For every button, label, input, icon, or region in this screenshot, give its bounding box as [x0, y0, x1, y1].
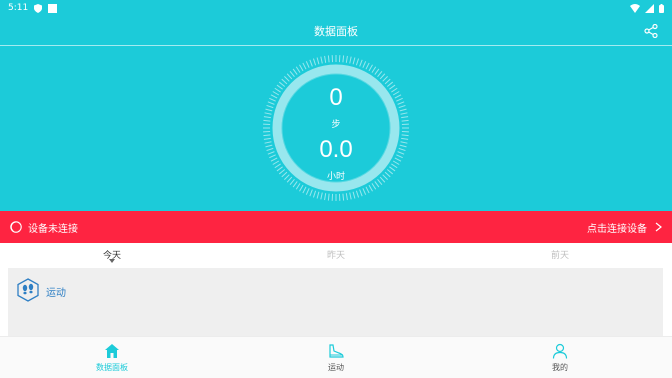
tab-yesterday-label: 昨天 — [326, 251, 345, 261]
wifi-icon — [630, 3, 640, 13]
dial-tick — [359, 189, 363, 197]
tab-day-before-yesterday[interactable]: 前天 — [448, 243, 672, 265]
dial-tick — [391, 163, 398, 169]
dial-tick — [368, 184, 373, 192]
dial-tick — [362, 188, 367, 195]
dial-tick — [305, 61, 310, 68]
dial-tick — [309, 59, 313, 67]
dial-tick — [316, 57, 320, 65]
dial-tick — [286, 73, 293, 80]
dial-tick — [324, 55, 327, 63]
dial-tick — [359, 59, 363, 67]
shield-icon — [34, 3, 43, 13]
bottom-nav: 数据面板 运动 我的 — [0, 336, 672, 378]
steps-value: 0 — [329, 84, 343, 111]
activity-dial: 0 步 0.0 小时 — [262, 54, 410, 202]
shoe-icon — [329, 344, 344, 358]
caret-down-icon — [109, 259, 115, 263]
dial-tick — [305, 188, 310, 195]
title-bar: 数据面板 — [0, 16, 672, 46]
device-connection-bar[interactable]: 设备未连接 点击连接设备 — [0, 211, 672, 243]
dial-tick — [345, 55, 348, 63]
dial-tick — [316, 191, 320, 199]
steps-unit: 步 — [331, 120, 341, 130]
tab-day-before-label: 前天 — [550, 251, 569, 261]
dial-tick — [400, 112, 408, 115]
sport-card[interactable]: 运动 — [8, 268, 663, 336]
dial-tick — [365, 186, 370, 194]
dial-tick — [292, 181, 298, 188]
dial-tick — [342, 193, 345, 201]
notification-icon — [48, 3, 58, 13]
day-tabs: 今天 昨天 前天 — [0, 243, 672, 265]
dial-tick — [320, 192, 323, 200]
dial-tick — [371, 66, 377, 73]
connect-device-link[interactable]: 点击连接设备 — [587, 220, 647, 235]
dial-tick — [371, 183, 377, 190]
dial-tick — [327, 55, 330, 63]
nav-profile-label: 我的 — [552, 363, 568, 372]
page-title: 数据面板 — [314, 24, 358, 38]
dashboard-hero: 数据面板 0 步 0.0 小时 — [0, 16, 672, 211]
dial-tick — [284, 76, 290, 82]
dial-tick — [289, 70, 295, 78]
dial-tick — [365, 62, 370, 70]
hours-value: 0.0 — [319, 136, 353, 163]
device-status-icon — [10, 221, 22, 233]
dial-tick — [309, 189, 313, 197]
dial-tick — [377, 70, 383, 78]
dial-tick — [352, 57, 356, 65]
dial-tick — [362, 61, 367, 68]
chevron-right-icon[interactable] — [655, 222, 662, 232]
dial-tick — [302, 62, 307, 70]
device-status-label: 设备未连接 — [28, 223, 78, 235]
nav-sport-label: 运动 — [328, 363, 344, 372]
sport-card-title: 运动 — [46, 288, 66, 299]
hours-unit: 小时 — [326, 172, 345, 182]
dial-tick — [295, 66, 301, 73]
dial-tick — [355, 58, 360, 66]
signal-icon — [645, 3, 654, 13]
tab-today[interactable]: 今天 — [0, 243, 224, 265]
battery-icon — [659, 3, 664, 13]
dial-tick — [295, 183, 301, 190]
dial-tick — [382, 76, 388, 82]
dial-tick — [320, 56, 323, 64]
dial-tick — [355, 190, 360, 198]
nav-sport[interactable]: 运动 — [224, 337, 448, 378]
tab-yesterday[interactable]: 昨天 — [224, 243, 448, 265]
nav-dashboard-label: 数据面板 — [96, 363, 128, 372]
dial-tick — [374, 68, 380, 75]
dial-tick — [342, 55, 345, 63]
home-icon — [105, 344, 119, 358]
nav-profile[interactable]: 我的 — [448, 337, 672, 378]
dial-tick — [292, 68, 298, 75]
dial-tick — [374, 181, 380, 188]
user-icon — [552, 343, 568, 359]
dial-tick — [379, 73, 386, 80]
nav-dashboard[interactable]: 数据面板 — [0, 337, 224, 378]
dial-tick — [368, 64, 373, 72]
dial-tick — [327, 193, 330, 201]
status-time: 5:11 — [8, 3, 29, 13]
dial-tick — [264, 112, 272, 115]
dial-tick — [274, 163, 281, 169]
footprints-icon — [17, 278, 39, 302]
dial-tick — [349, 56, 352, 64]
dial-tick — [324, 193, 327, 201]
share-icon[interactable] — [644, 24, 658, 38]
dial-tick — [299, 64, 304, 72]
status-bar: 5:11 — [0, 0, 672, 16]
dial-tick — [349, 192, 352, 200]
dial-tick — [312, 190, 317, 198]
dial-tick — [352, 191, 356, 199]
dial-tick — [299, 184, 304, 192]
dial-tick — [302, 186, 307, 194]
dial-tick — [312, 58, 317, 66]
dial-tick — [345, 193, 348, 201]
